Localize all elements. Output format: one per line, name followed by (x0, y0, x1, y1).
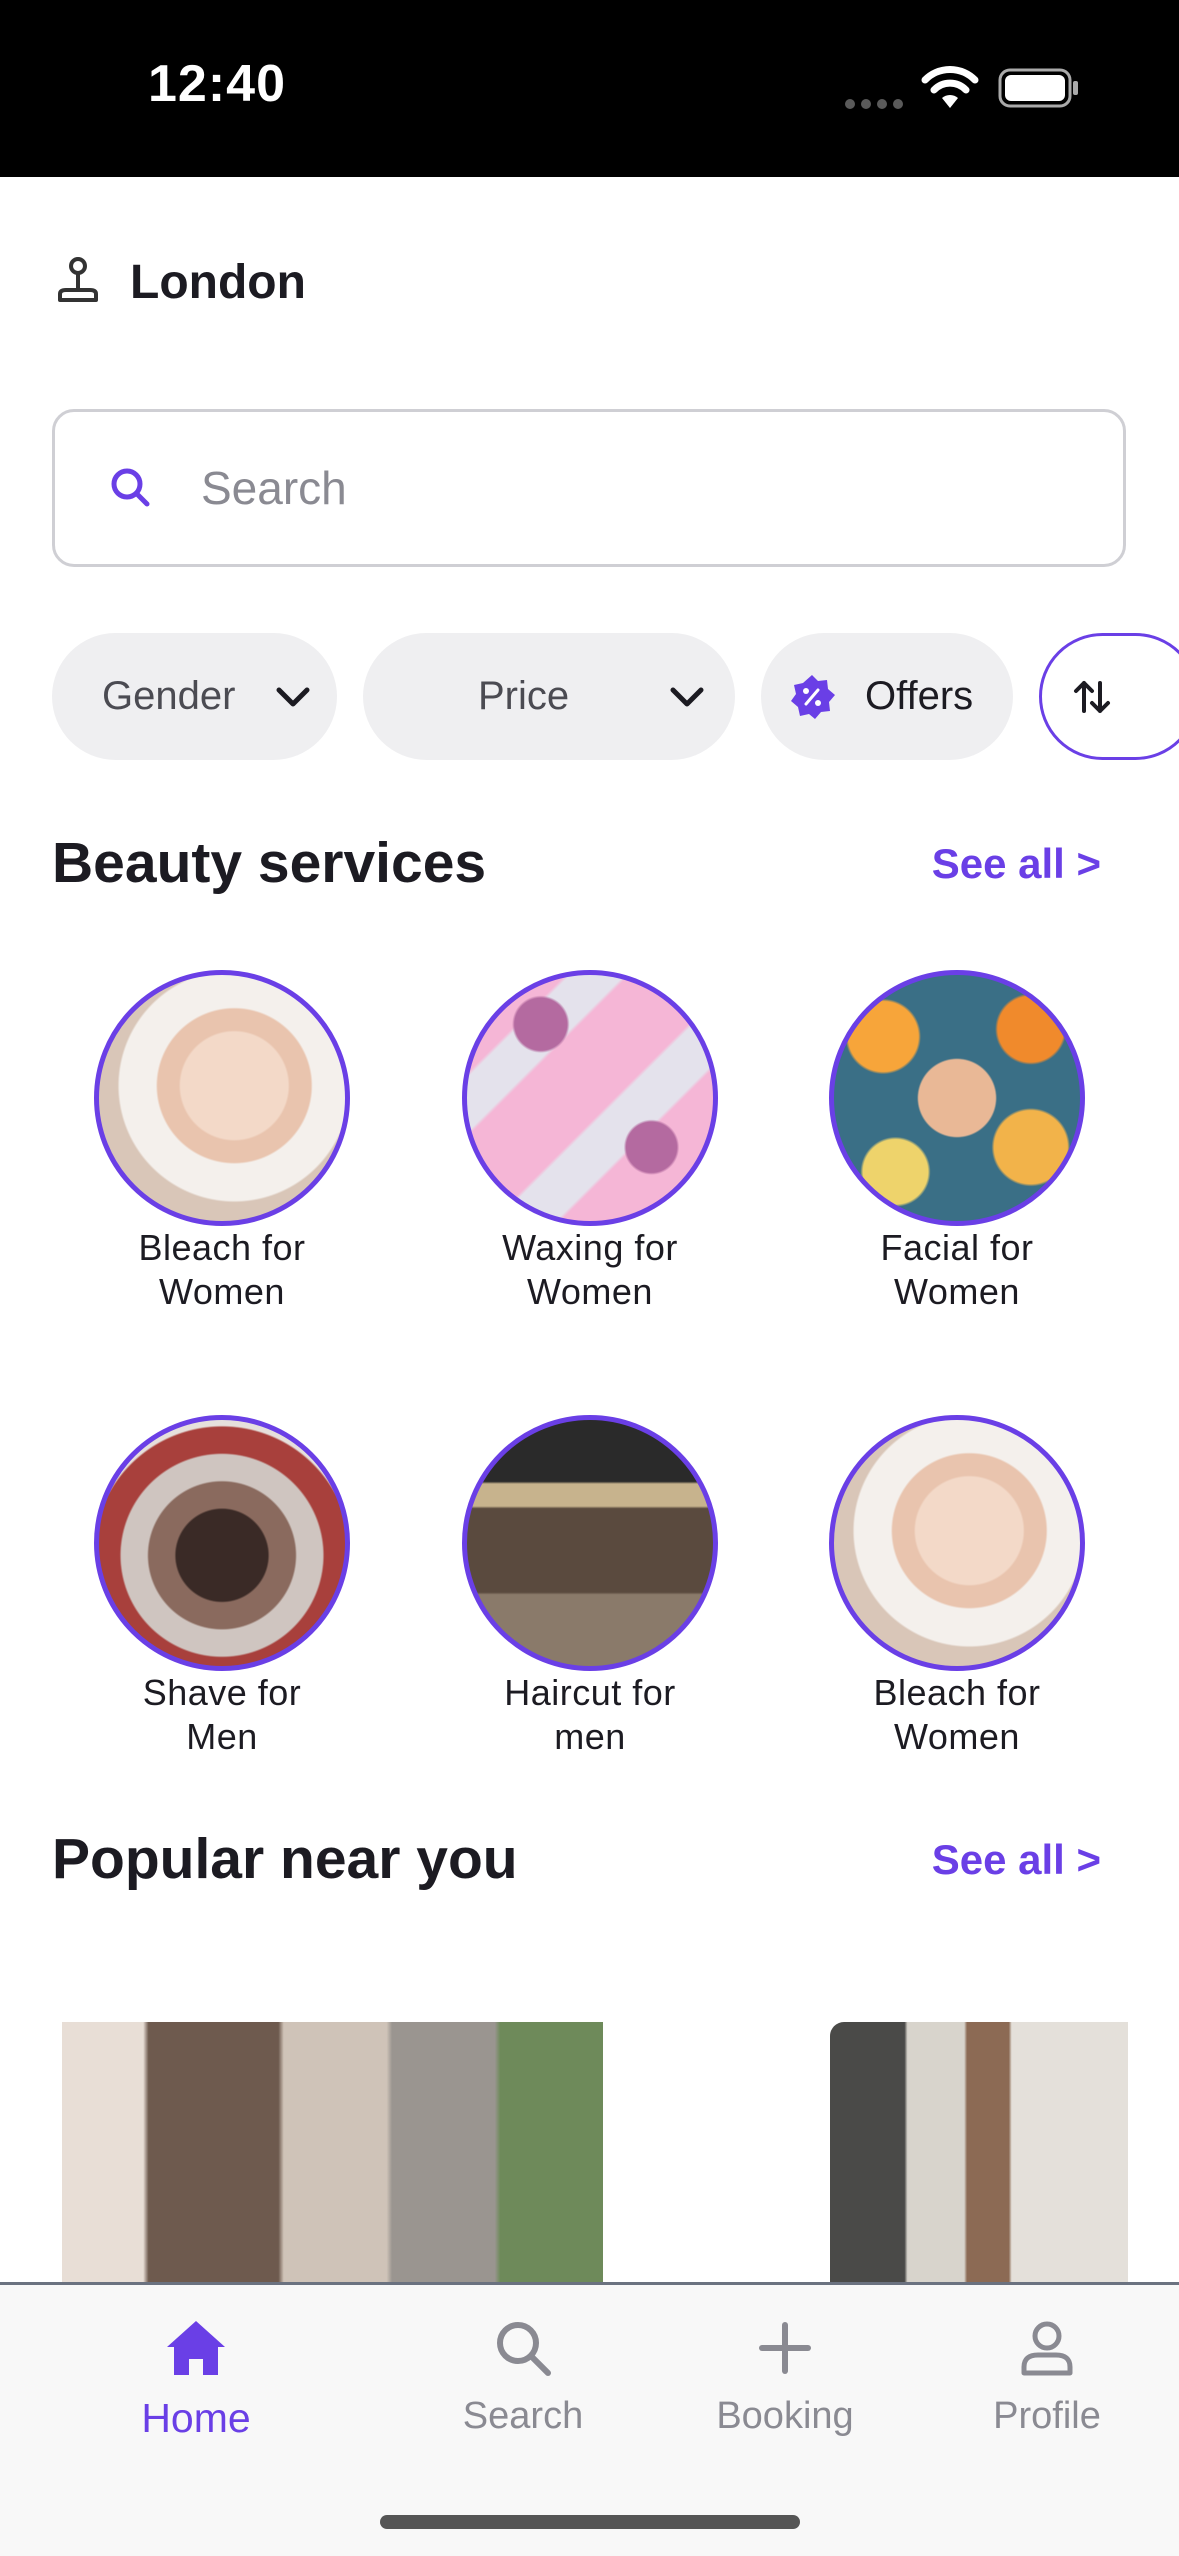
search-bar[interactable] (52, 409, 1126, 567)
battery-icon (998, 68, 1078, 108)
status-time: 12:40 (148, 55, 286, 113)
filter-gender[interactable]: Gender (52, 633, 337, 760)
salon-card[interactable] (62, 2022, 603, 2282)
tab-booking-label: Booking (716, 2395, 854, 2437)
service-item[interactable]: Facial for Women (807, 970, 1107, 1314)
tab-search-label: Search (462, 2395, 584, 2437)
popular-title: Popular near you (52, 1827, 518, 1891)
service-label: Bleach for Women (138, 1227, 306, 1312)
filter-price[interactable]: Price (363, 633, 735, 760)
tab-profile[interactable]: Profile (947, 2315, 1147, 2438)
filter-gender-label: Gender (102, 674, 236, 718)
search-input[interactable] (201, 461, 1001, 515)
discount-badge-icon (791, 674, 835, 719)
filter-price-label: Price (478, 674, 570, 718)
profile-icon (1021, 2321, 1073, 2376)
plus-icon (759, 2322, 811, 2374)
service-item[interactable]: Shave for Men (72, 1415, 372, 1759)
pin-icon (58, 257, 98, 302)
service-label: Shave for Men (142, 1672, 302, 1757)
location-label: London (130, 255, 306, 309)
search-icon (111, 468, 150, 507)
filter-offers-label: Offers (865, 674, 974, 718)
signal-icon (845, 96, 909, 114)
service-label: Facial for Women (880, 1227, 1034, 1312)
status-bar: 12:40 (0, 0, 1179, 177)
service-label: Waxing for Women (502, 1227, 678, 1312)
service-label: Haircut for men (504, 1672, 676, 1757)
service-label: Bleach for Women (873, 1672, 1041, 1757)
service-image (462, 1415, 718, 1671)
filter-offers[interactable]: Offers (761, 633, 1013, 760)
tab-home-label: Home (141, 2395, 251, 2441)
home-indicator (380, 2515, 800, 2529)
service-image (462, 970, 718, 1226)
popular-see-all-link[interactable]: See all > (932, 1836, 1101, 1884)
search-icon (497, 2322, 551, 2376)
chevron-down-icon (276, 687, 310, 706)
sort-button[interactable] (1039, 633, 1179, 760)
service-item[interactable]: Bleach for Women (72, 970, 372, 1314)
tab-profile-label: Profile (993, 2395, 1101, 2437)
service-item[interactable]: Bleach for Women (807, 1415, 1107, 1759)
wifi-icon (921, 66, 979, 108)
tab-home[interactable]: Home (96, 2315, 296, 2442)
service-item[interactable]: Waxing for Women (440, 970, 740, 1314)
service-image (829, 970, 1085, 1226)
chevron-down-icon (670, 687, 704, 706)
tab-booking[interactable]: Booking (685, 2315, 885, 2438)
service-image (94, 1415, 350, 1671)
tab-search[interactable]: Search (423, 2315, 623, 2438)
sort-arrows-icon (1074, 680, 1110, 713)
salon-card[interactable] (830, 2022, 1128, 2282)
location-selector[interactable]: London (52, 252, 306, 312)
home-icon (167, 2321, 225, 2375)
beauty-services-title: Beauty services (52, 831, 487, 895)
service-image (829, 1415, 1085, 1671)
service-image (94, 970, 350, 1226)
beauty-see-all-link[interactable]: See all > (932, 840, 1101, 888)
service-item[interactable]: Haircut for men (440, 1415, 740, 1759)
